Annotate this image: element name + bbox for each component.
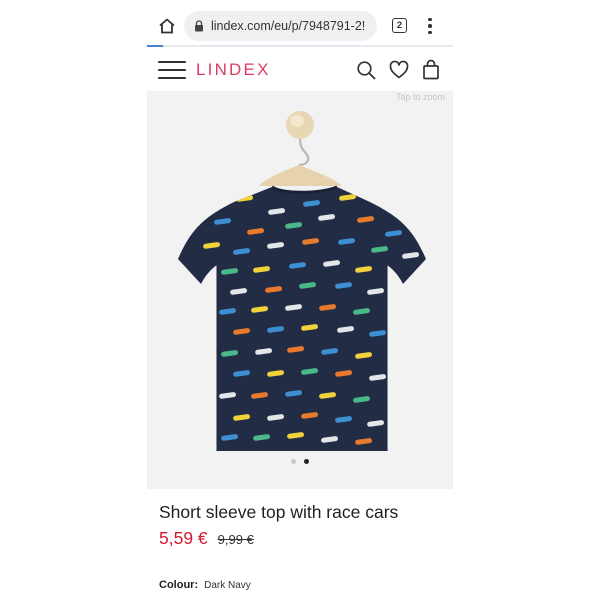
home-icon[interactable] (157, 16, 177, 36)
address-bar[interactable]: lindex.com/eu/p/7948791-2! (184, 11, 377, 41)
product-image[interactable] (147, 91, 453, 451)
sale-price: 5,59 € (159, 528, 208, 548)
product-title: Short sleeve top with race cars (159, 502, 399, 522)
gallery-pagination (147, 459, 453, 464)
site-logo[interactable]: LINDEX (196, 60, 271, 80)
phone-screen: lindex.com/eu/p/7948791-2! 2 LINDEX Tap … (147, 0, 453, 600)
product-image-gallery[interactable]: Tap to zoom (147, 91, 453, 489)
tab-switcher-button[interactable]: 2 (392, 18, 407, 33)
browser-toolbar: lindex.com/eu/p/7948791-2! 2 (147, 9, 453, 43)
page-load-progress (147, 45, 453, 47)
more-vert-icon[interactable] (424, 16, 436, 36)
price-row: 5,59 € 9,99 € (159, 528, 254, 549)
colour-label: Colour: (159, 579, 199, 591)
search-icon[interactable] (355, 59, 377, 81)
shopping-bag-icon[interactable] (420, 59, 442, 81)
heart-icon[interactable] (388, 59, 410, 81)
gallery-dot[interactable] (291, 459, 296, 464)
gallery-dot-active[interactable] (304, 459, 309, 464)
site-header: LINDEX (147, 52, 453, 88)
url-text: lindex.com/eu/p/7948791-2! (211, 19, 366, 33)
lock-icon (195, 20, 203, 32)
original-price: 9,99 € (217, 532, 254, 547)
colour-row[interactable]: Colour: Dark Navy (159, 579, 251, 591)
hamburger-menu-icon[interactable] (158, 61, 186, 79)
colour-value: Dark Navy (204, 580, 251, 591)
